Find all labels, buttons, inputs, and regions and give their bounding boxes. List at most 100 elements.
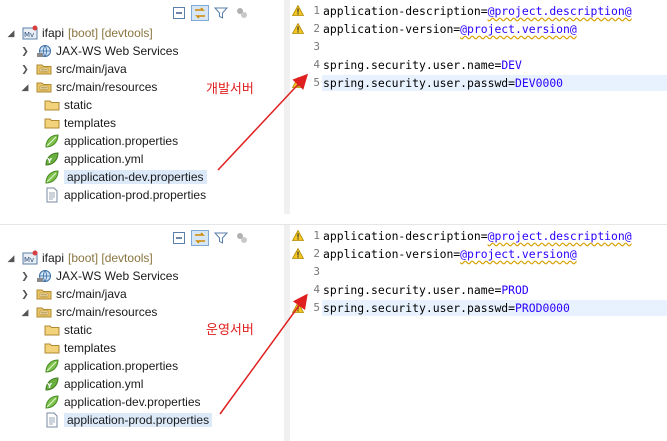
properties-editor[interactable]: 1 application-description=@project.descri… <box>290 0 667 214</box>
view-menu-button[interactable] <box>233 5 251 21</box>
chevron-down-icon[interactable]: ◢ <box>6 28 16 38</box>
explorer-toolbar <box>170 230 251 246</box>
annotation-label: 운영서버 <box>206 323 254 338</box>
property-key: application-version= <box>323 22 461 36</box>
svg-text:Y: Y <box>46 157 53 165</box>
warning-icon[interactable] <box>291 22 305 34</box>
link-with-editor-button[interactable] <box>191 230 209 246</box>
code-line[interactable]: application-version=@project.version@ <box>323 20 577 38</box>
filter-icon <box>214 232 228 244</box>
property-value: @project.version@ <box>460 22 577 36</box>
warning-icon[interactable] <box>291 4 305 16</box>
tree-item-label: static <box>64 98 93 112</box>
view-menu-icon <box>237 8 247 18</box>
tree-item[interactable]: Yapplication.yml <box>44 150 143 168</box>
view-menu-button[interactable] <box>233 230 251 246</box>
tree-item[interactable]: application.properties <box>44 132 178 150</box>
property-value: PROD0000 <box>515 301 570 315</box>
link-with-editor-button[interactable] <box>191 5 209 21</box>
filter-button[interactable] <box>212 230 230 246</box>
warning-icon[interactable] <box>291 76 305 88</box>
project-icon: Mv <box>22 25 38 41</box>
link-arrows-icon <box>195 7 205 19</box>
property-value: DEV <box>501 58 522 72</box>
property-value: PROD <box>501 283 529 297</box>
tree-item-label: src/main/java <box>56 287 127 301</box>
chevron-right-icon[interactable]: ❯ <box>20 46 30 56</box>
tree-item-label: src/main/resources <box>56 305 158 319</box>
chevron-right-icon[interactable]: ❯ <box>20 271 30 281</box>
tree-item[interactable]: ❯ JAX-WS Web Services <box>20 42 178 60</box>
tree-item[interactable]: static <box>44 321 92 339</box>
warning-icon[interactable] <box>291 301 305 313</box>
tree-item[interactable]: ◢ src/main/resources <box>20 78 158 96</box>
prod-panel: ◢ Mv ifapi [boot] [devtools] ❯ JAX-WS Web… <box>0 224 667 441</box>
svg-text:Mv: Mv <box>24 31 34 39</box>
tree-item-label: JAX-WS Web Services <box>56 44 179 58</box>
line-number: 5 <box>313 301 320 314</box>
property-value: @project.description@ <box>487 4 632 18</box>
line-number: 3 <box>313 265 320 278</box>
svg-text:Y: Y <box>46 382 53 390</box>
tree-item[interactable]: templates <box>44 339 116 357</box>
view-menu-icon <box>237 233 247 243</box>
properties-editor[interactable]: 1 application-description=@project.descri… <box>290 225 667 441</box>
tree-item[interactable]: ❯ src/main/java <box>20 285 127 303</box>
folder-icon <box>44 322 60 338</box>
properties-file-icon <box>44 187 60 203</box>
warning-icon[interactable] <box>291 229 305 241</box>
chevron-right-icon[interactable]: ❯ <box>20 289 30 299</box>
tree-item[interactable]: application-prod.properties <box>44 186 206 204</box>
svg-text:Mv: Mv <box>24 256 34 264</box>
tree-item[interactable]: ❯ src/main/java <box>20 60 127 78</box>
tree-item[interactable]: application-prod.properties <box>44 411 213 429</box>
tree-item[interactable]: templates <box>44 114 116 132</box>
dev-panel: ◢ Mv ifapi [boot] [devtools] ❯ JAX-WS Web… <box>0 0 667 214</box>
property-key: application-description= <box>323 229 488 243</box>
property-value: DEV0000 <box>515 76 564 90</box>
tree-item[interactable]: application.properties <box>44 357 178 375</box>
code-line[interactable]: application-version=@project.version@ <box>323 245 577 263</box>
tree-item[interactable]: static <box>44 96 92 114</box>
spring-yml-icon: Y <box>44 151 60 167</box>
tree-item-label: application-dev.properties <box>64 395 201 409</box>
tree-item-label: application.yml <box>64 152 144 166</box>
collapse-all-button[interactable] <box>170 230 188 246</box>
filter-button[interactable] <box>212 5 230 21</box>
line-number: 4 <box>313 58 320 71</box>
tree-item[interactable]: Yapplication.yml <box>44 375 143 393</box>
chevron-down-icon[interactable]: ◢ <box>20 307 30 317</box>
source-folder-icon <box>36 304 52 320</box>
filter-icon <box>214 7 228 19</box>
tree-item-label: static <box>64 323 93 337</box>
code-line[interactable]: spring.security.user.name=DEV <box>323 56 522 74</box>
chevron-down-icon[interactable]: ◢ <box>6 253 16 263</box>
spring-leaf-icon <box>44 394 60 410</box>
project-node[interactable]: ◢ Mv ifapi [boot] [devtools] <box>6 249 153 267</box>
tree-item-label: templates <box>64 341 117 355</box>
code-line[interactable]: spring.security.user.name=PROD <box>323 281 529 299</box>
code-line[interactable]: application-description=@project.descrip… <box>323 227 632 245</box>
spring-leaf-icon <box>44 169 60 185</box>
property-value: @project.version@ <box>460 247 577 261</box>
code-line[interactable]: spring.security.user.passwd=PROD0000 <box>323 299 570 317</box>
tree-item-label: src/main/java <box>56 62 127 76</box>
tree-item[interactable]: ◢ src/main/resources <box>20 303 158 321</box>
tree-item[interactable]: application-dev.properties <box>44 168 207 186</box>
tree-item[interactable]: ❯ JAX-WS Web Services <box>20 267 178 285</box>
tree-item-label: templates <box>64 116 117 130</box>
project-node[interactable]: ◢ Mv ifapi [boot] [devtools] <box>6 24 153 42</box>
collapse-all-button[interactable] <box>170 5 188 21</box>
explorer-toolbar <box>170 5 251 21</box>
warning-icon[interactable] <box>291 247 305 259</box>
project-name: ifapi <box>42 251 65 265</box>
properties-file-icon <box>44 412 60 428</box>
code-line[interactable]: application-description=@project.descrip… <box>323 2 632 20</box>
annotation-label: 개발서버 <box>206 82 254 97</box>
chevron-right-icon[interactable]: ❯ <box>20 64 30 74</box>
chevron-down-icon[interactable]: ◢ <box>20 82 30 92</box>
line-number: 2 <box>313 22 320 35</box>
line-number: 2 <box>313 247 320 260</box>
tree-item[interactable]: application-dev.properties <box>44 393 201 411</box>
code-line[interactable]: spring.security.user.passwd=DEV0000 <box>323 74 563 92</box>
